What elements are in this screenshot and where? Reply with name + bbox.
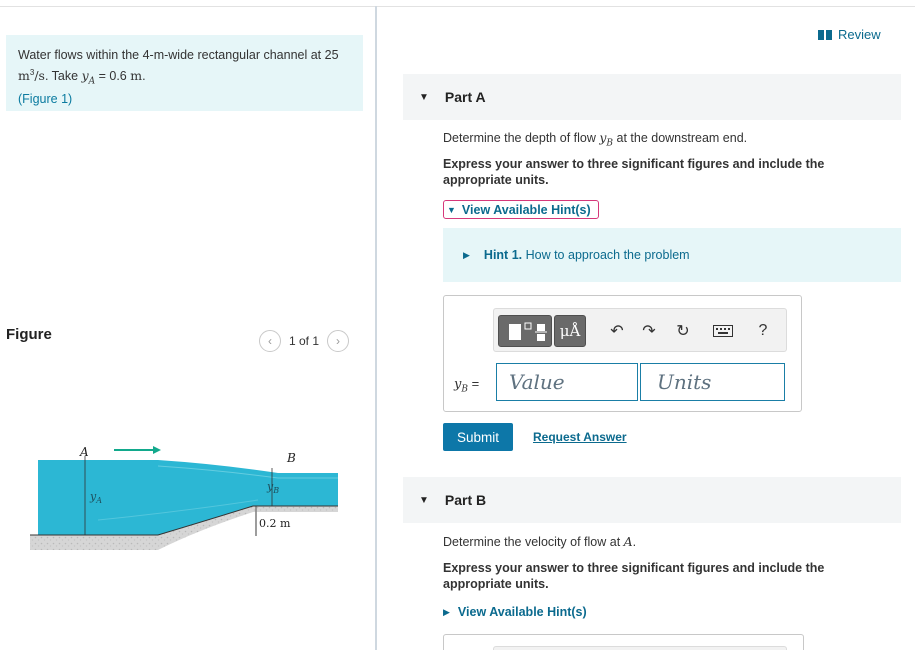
flow-unit-tail: /s bbox=[34, 68, 45, 84]
top-border bbox=[0, 6, 915, 7]
problem-statement: Water flows within the 4-m-wide rectangu… bbox=[6, 35, 363, 111]
part-b-question: Determine the velocity of flow at A. bbox=[443, 534, 863, 550]
caret-right-icon: ▶ bbox=[443, 606, 450, 617]
undo-icon[interactable]: ↶ bbox=[606, 321, 628, 341]
caret-right-icon: ▶ bbox=[463, 249, 470, 260]
label-b: B bbox=[286, 451, 296, 465]
figure-pager: ‹ 1 of 1 › bbox=[259, 330, 350, 352]
label-step: 0.2 m bbox=[259, 517, 291, 530]
value-input[interactable]: Value bbox=[496, 363, 638, 401]
water bbox=[38, 460, 338, 535]
ya-symbol: y bbox=[81, 68, 89, 84]
hint-title: How to approach the problem bbox=[525, 248, 690, 262]
part-b-hint-label: View Available Hint(s) bbox=[457, 605, 587, 619]
figure-link[interactable]: (Figure 1) bbox=[18, 92, 72, 106]
label-a: A bbox=[79, 445, 89, 459]
answer-box: μÅ ↶ ↷ ↻ ? yB = Value Units bbox=[443, 295, 802, 412]
chevron-left-icon[interactable]: ‹ bbox=[259, 330, 281, 352]
label-yb-sub: B bbox=[272, 486, 279, 495]
part-b-header[interactable]: ▼ Part B bbox=[403, 477, 901, 523]
submit-button[interactable]: Submit bbox=[443, 423, 513, 451]
part-a-question: Determine the depth of flow yB at the do… bbox=[443, 130, 863, 152]
ya-unit: m bbox=[130, 68, 143, 84]
math-toolbar: μÅ ↶ ↷ ↻ ? bbox=[493, 308, 787, 352]
review-link[interactable]: Review bbox=[818, 27, 881, 42]
part-a-header[interactable]: ▼ Part A bbox=[403, 74, 901, 120]
var-eq: = bbox=[467, 376, 480, 391]
templates-icon bbox=[509, 322, 547, 341]
book-icon bbox=[818, 29, 832, 40]
caret-down-icon: ▼ bbox=[419, 91, 429, 103]
request-answer-link[interactable]: Request Answer bbox=[533, 430, 627, 444]
units-input[interactable]: Units bbox=[640, 363, 785, 401]
part-a-question-tail: at the downstream end. bbox=[613, 131, 748, 145]
part-b-label: Part B bbox=[444, 492, 487, 508]
part-b-answer-box bbox=[443, 634, 804, 650]
part-a-instruction: Express your answer to three significant… bbox=[443, 157, 825, 187]
hint-toggle-label: View Available Hint(s) bbox=[461, 202, 591, 217]
chevron-right-icon[interactable]: › bbox=[327, 330, 350, 352]
column-divider bbox=[375, 6, 377, 650]
part-b-hint-toggle[interactable]: ▶ View Available Hint(s) bbox=[443, 605, 587, 619]
label-ya-sub: A bbox=[95, 496, 102, 505]
ya-value: = 0.6 bbox=[95, 69, 131, 84]
var-sub: B bbox=[461, 384, 468, 395]
part-b-question-tail: . bbox=[632, 535, 637, 549]
channel-figure: A B yA yB 0.2 m bbox=[30, 445, 338, 550]
figure-title: Figure bbox=[6, 326, 52, 343]
part-a-hint-toggle[interactable]: ▼ View Available Hint(s) bbox=[443, 200, 599, 219]
hint-number: Hint 1. bbox=[483, 248, 523, 262]
units-button[interactable]: μÅ bbox=[554, 315, 586, 347]
part-a-label: Part A bbox=[444, 89, 486, 105]
redo-icon[interactable]: ↷ bbox=[638, 321, 660, 341]
pager-text: 1 of 1 bbox=[289, 334, 320, 348]
part-b-question-text: Determine the velocity of flow at bbox=[443, 535, 624, 549]
part-b-sym: A bbox=[623, 534, 633, 549]
caret-down-icon: ▼ bbox=[419, 494, 429, 506]
keyboard-icon[interactable] bbox=[712, 321, 734, 341]
part-a-question-text: Determine the depth of flow bbox=[443, 131, 600, 145]
hint-1[interactable]: ▶ Hint 1. How to approach the problem bbox=[443, 228, 901, 282]
reset-icon[interactable]: ↻ bbox=[672, 321, 694, 341]
templates-button[interactable] bbox=[498, 315, 552, 347]
help-icon[interactable]: ? bbox=[752, 321, 774, 341]
caret-down-icon: ▼ bbox=[447, 204, 456, 215]
part-b-toolbar bbox=[493, 646, 787, 650]
flow-unit: m bbox=[18, 68, 30, 84]
review-label: Review bbox=[838, 27, 881, 42]
variable-label: yB = bbox=[454, 376, 479, 395]
part-b-instruction: Express your answer to three significant… bbox=[443, 561, 825, 591]
problem-period: . bbox=[142, 69, 146, 84]
take-text: . Take bbox=[44, 69, 82, 84]
problem-text: Water flows within the 4-m-wide rectangu… bbox=[18, 48, 339, 62]
